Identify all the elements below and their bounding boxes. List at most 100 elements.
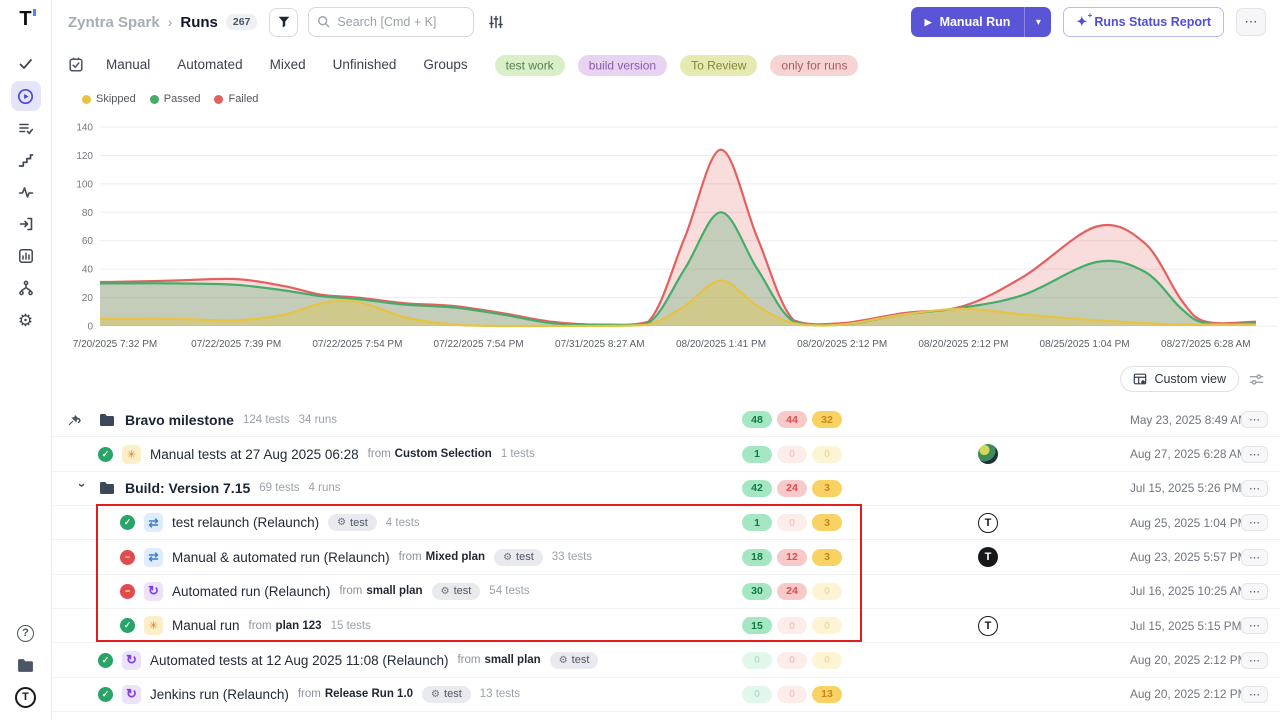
row-more-button[interactable]: ⋯ <box>1241 514 1268 531</box>
run-row[interactable]: › − ↻ Automated run (Relaunch) fromsmall… <box>52 575 1280 609</box>
sidebar-item-runs[interactable] <box>11 81 41 111</box>
folder-icon <box>97 410 116 429</box>
area-chart-svg: 0204060801001201407/20/2025 7:32 PM07/22… <box>52 120 1280 360</box>
tests-count: 13 tests <box>480 688 520 700</box>
run-row[interactable]: › ✓ ✳ Manual tests at 27 Aug 2025 06:28 … <box>52 437 1280 471</box>
search-input[interactable] <box>308 7 474 37</box>
skipped-badge: 0 <box>812 617 842 634</box>
sidebar-item-milestones[interactable] <box>11 145 41 175</box>
tag-pill[interactable]: ⚙test <box>432 583 481 600</box>
sidebar-item-tests[interactable] <box>11 49 41 79</box>
row-more-button[interactable]: ⋯ <box>1241 446 1268 463</box>
svg-text:08/27/2025 6:28 AM: 08/27/2025 6:28 AM <box>1161 339 1251 350</box>
run-date: Aug 27, 2025 6:28 AM <box>1130 447 1234 461</box>
tab-automated[interactable]: Automated <box>177 57 242 72</box>
run-title[interactable]: Automated run (Relaunch) <box>172 584 330 599</box>
skipped-badge: 0 <box>812 446 842 463</box>
sidebar: T ⚙ ? T <box>0 0 52 720</box>
sidebar-item-branches[interactable] <box>11 273 41 303</box>
custom-view-button[interactable]: Custom view <box>1120 366 1239 392</box>
run-title[interactable]: test relaunch (Relaunch) <box>172 515 319 530</box>
passed-badge: 0 <box>742 652 772 669</box>
sidebar-item-import[interactable] <box>11 209 41 239</box>
runs-status-report-button[interactable]: ✦+ Runs Status Report <box>1063 7 1224 37</box>
tag-pill[interactable]: ⚙test <box>422 686 471 703</box>
svg-text:07/22/2025 7:54 PM: 07/22/2025 7:54 PM <box>312 339 402 350</box>
tag-pill[interactable]: ⚙test <box>550 652 599 669</box>
filter-tag[interactable]: test work <box>495 55 565 76</box>
sidebar-item-reports[interactable] <box>11 241 41 271</box>
passed-status-icon: ✓ <box>98 687 113 702</box>
run-date: Aug 25, 2025 1:04 PM <box>1130 516 1234 530</box>
run-source: fromCustom Selection <box>368 448 492 460</box>
sidebar-item-settings[interactable]: ⚙ <box>11 305 41 335</box>
clipboard-check-icon[interactable] <box>68 57 84 73</box>
folder-icon <box>97 479 116 498</box>
svg-text:120: 120 <box>76 151 93 162</box>
run-date: Jul 16, 2025 10:25 AM <box>1130 584 1234 598</box>
tab-manual[interactable]: Manual <box>106 57 150 72</box>
run-title[interactable]: Manual & automated run (Relaunch) <box>172 550 390 565</box>
run-date: Jul 15, 2025 5:15 PM <box>1130 619 1234 633</box>
skipped-badge: 0 <box>812 652 842 669</box>
search-icon <box>317 15 331 29</box>
run-row[interactable]: › ✓ ↻ Automated tests at 12 Aug 2025 11:… <box>52 643 1280 677</box>
ellipsis-icon: ⋯ <box>1245 14 1258 30</box>
row-more-button[interactable]: ⋯ <box>1241 617 1268 634</box>
tests-count: 124 tests <box>243 414 290 426</box>
sidebar-item-test-plans[interactable] <box>11 113 41 143</box>
sidebar-item-pulse[interactable] <box>11 177 41 207</box>
skipped-badge: 0 <box>812 583 842 600</box>
svg-text:07/22/2025 7:39 PM: 07/22/2025 7:39 PM <box>191 339 281 350</box>
filter-button[interactable] <box>269 8 298 37</box>
tag-pill[interactable]: ⚙test <box>328 514 377 531</box>
legend-dot-icon <box>214 95 223 104</box>
manual-run-dropdown[interactable]: ▾ <box>1025 7 1051 37</box>
result-badges: 103 <box>742 514 846 531</box>
run-title[interactable]: Build: Version 7.15 <box>125 480 250 496</box>
tab-unfinished[interactable]: Unfinished <box>333 57 397 72</box>
filter-tag[interactable]: build version <box>578 55 667 76</box>
app-logo[interactable]: T <box>19 8 31 31</box>
failed-status-icon: − <box>120 550 135 565</box>
run-row[interactable]: › Build: Version 7.15 ⚙ 69 tests 4 runs … <box>52 472 1280 506</box>
row-more-button[interactable]: ⋯ <box>1241 480 1268 497</box>
page-title: Runs <box>180 14 218 31</box>
run-source: fromsmall plan <box>339 585 422 597</box>
sidebar-item-projects[interactable] <box>11 650 41 680</box>
run-row[interactable]: › ✓ ↻ Jenkins run (Relaunch) fromRelease… <box>52 678 1280 712</box>
tab-groups[interactable]: Groups <box>423 57 467 72</box>
filter-tag[interactable]: To Review <box>680 55 757 76</box>
run-title[interactable]: Automated tests at 12 Aug 2025 11:08 (Re… <box>150 653 448 668</box>
result-badges: 000 <box>742 652 846 669</box>
run-title[interactable]: Manual tests at 27 Aug 2025 06:28 <box>150 447 359 462</box>
run-title[interactable]: Jenkins run (Relaunch) <box>150 687 289 702</box>
tag-pill[interactable]: ⚙test <box>494 549 543 566</box>
run-title[interactable]: Manual run <box>172 618 240 633</box>
sidebar-item-account[interactable]: T <box>11 682 41 712</box>
runs-count-badge: 267 <box>226 14 258 30</box>
run-row[interactable]: › ✓ ✳ Manual run fromplan 123 ⚙ 15 tests… <box>52 609 1280 643</box>
tab-mixed[interactable]: Mixed <box>270 57 306 72</box>
row-more-button[interactable]: ⋯ <box>1241 549 1268 566</box>
passed-status-icon: ✓ <box>120 618 135 633</box>
view-sliders-icon[interactable] <box>1249 372 1264 387</box>
sidebar-item-help[interactable]: ? <box>11 618 41 648</box>
sliders-icon[interactable] <box>488 14 504 30</box>
filter-tag[interactable]: only for runs <box>770 55 858 76</box>
result-badges: 30240 <box>742 583 846 600</box>
runs-count: 4 runs <box>309 482 341 494</box>
breadcrumb-project[interactable]: Zyntra Spark <box>68 14 160 31</box>
row-more-button[interactable]: ⋯ <box>1241 411 1268 428</box>
chevron-toggle-icon[interactable]: › <box>75 483 90 494</box>
manual-run-button[interactable]: ▶Manual Run ▾ <box>911 7 1052 37</box>
run-row[interactable]: › Bravo milestone ⚙ 124 tests 34 runs 48… <box>52 403 1280 437</box>
custom-view-label: Custom view <box>1154 372 1226 386</box>
run-title[interactable]: Bravo milestone <box>125 412 234 428</box>
row-more-button[interactable]: ⋯ <box>1241 583 1268 600</box>
row-more-button[interactable]: ⋯ <box>1241 652 1268 669</box>
row-more-button[interactable]: ⋯ <box>1241 686 1268 703</box>
run-row[interactable]: › − ⇄ Manual & automated run (Relaunch) … <box>52 540 1280 574</box>
run-row[interactable]: › ✓ ⇄ test relaunch (Relaunch) ⚙test 4 t… <box>52 506 1280 540</box>
header-more-button[interactable]: ⋯ <box>1236 8 1266 36</box>
